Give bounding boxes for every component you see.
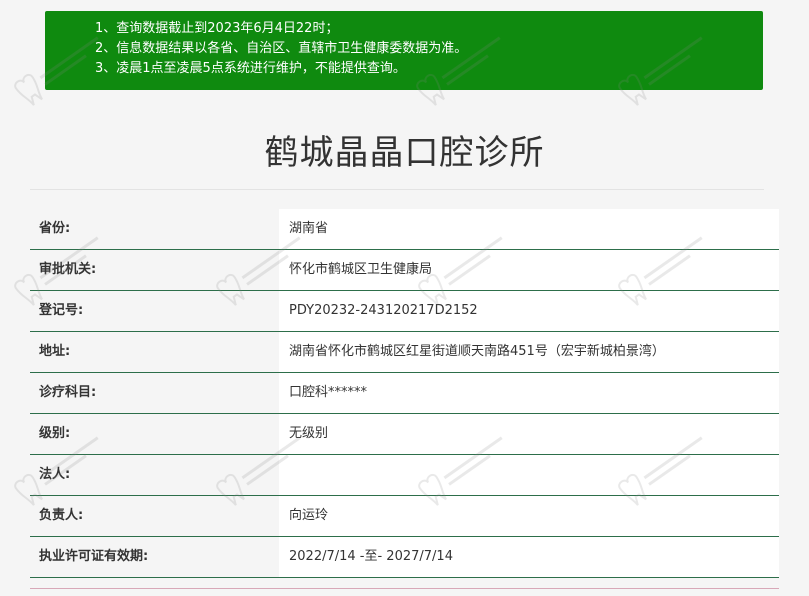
row-value: 2022/7/14 -至- 2027/7/14 (279, 537, 779, 577)
notice-line-1: 1、查询数据截止到2023年6月4日22时； (95, 21, 339, 36)
table-row-address: 地址: 湖南省怀化市鹤城区红星街道顺天南路451号（宏宇新城柏景湾） (30, 332, 779, 373)
table-row-approval-authority: 审批机关: 怀化市鹤城区卫生健康局 (30, 250, 779, 291)
row-label: 级别: (30, 414, 279, 454)
row-value: PDY20232-243120217D2152 (279, 291, 779, 331)
row-label: 省份: (30, 209, 279, 249)
row-value: 怀化市鹤城区卫生健康局 (279, 250, 779, 290)
table-row-province: 省份: 湖南省 (30, 209, 779, 250)
row-value: 口腔科****** (279, 373, 779, 413)
row-label: 执业许可证有效期: (30, 537, 279, 577)
row-label: 登记号: (30, 291, 279, 331)
row-label: 地址: (30, 332, 279, 372)
table-row-person-in-charge: 负责人: 向运玲 (30, 496, 779, 537)
notice-banner: 1、查询数据截止到2023年6月4日22时； 2、信息数据结果以各省、自治区、直… (45, 11, 763, 90)
row-label: 负责人: (30, 496, 279, 536)
table-row-level: 级别: 无级别 (30, 414, 779, 455)
row-value: 湖南省怀化市鹤城区红星街道顺天南路451号（宏宇新城柏景湾） (279, 332, 779, 372)
table-row-legal-person: 法人: (30, 455, 779, 496)
row-label: 审批机关: (30, 250, 279, 290)
table-row-license-validity: 执业许可证有效期: 2022/7/14 -至- 2027/7/14 (30, 537, 779, 578)
row-value: 向运玲 (279, 496, 779, 536)
row-label: 法人: (30, 455, 279, 495)
page-title: 鹤城晶晶口腔诊所 (264, 133, 545, 173)
table-row-registration-number: 登记号: PDY20232-243120217D2152 (30, 291, 779, 332)
info-table: 省份: 湖南省 审批机关: 怀化市鹤城区卫生健康局 登记号: PDY20232-… (30, 209, 779, 578)
row-value: 无级别 (279, 414, 779, 454)
title-divider (30, 189, 764, 190)
row-value: 湖南省 (279, 209, 779, 249)
notice-line-3: 3、凌晨1点至凌晨5点系统进行维护，不能提供查询。 (95, 61, 406, 76)
table-row-departments: 诊疗科目: 口腔科****** (30, 373, 779, 414)
bottom-divider (30, 588, 779, 589)
row-label: 诊疗科目: (30, 373, 279, 413)
notice-line-2: 2、信息数据结果以各省、自治区、直辖市卫生健康委数据为准。 (95, 41, 468, 56)
row-value (279, 455, 779, 495)
